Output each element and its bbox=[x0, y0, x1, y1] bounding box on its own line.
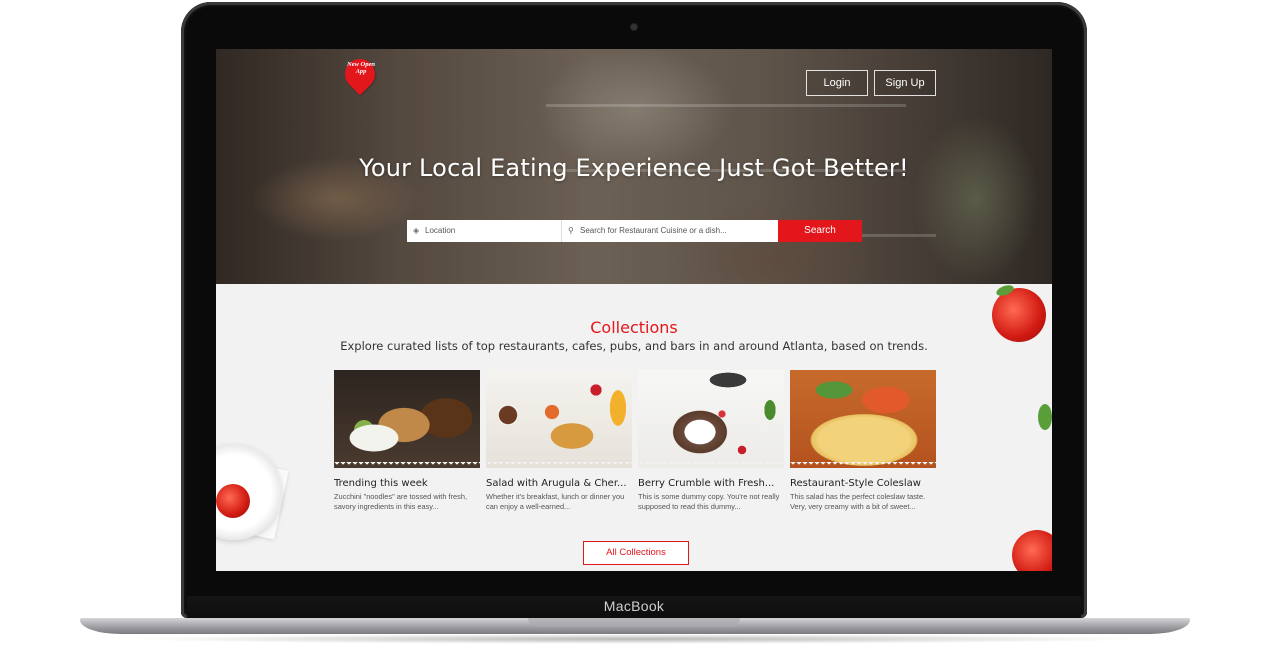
search-button[interactable]: Search bbox=[778, 220, 862, 242]
tomato-decoration bbox=[216, 484, 250, 518]
laptop-base-notch bbox=[528, 618, 740, 627]
website-screen: New Open App Login Sign Up Your Local Ea… bbox=[216, 49, 1052, 571]
map-pin-icon: ⚲ bbox=[568, 226, 574, 235]
device-brand-label: MacBook bbox=[603, 598, 665, 614]
collection-card[interactable]: Trending this week Zucchini "noodles" ar… bbox=[334, 370, 480, 520]
collections-subtitle: Explore curated lists of top restaurants… bbox=[340, 339, 928, 353]
card-description: This is some dummy copy. You're not real… bbox=[638, 492, 780, 511]
card-title[interactable]: Salad with Arugula & Cher... bbox=[486, 478, 632, 489]
all-collections-button[interactable]: All Collections bbox=[583, 541, 689, 565]
card-title[interactable]: Restaurant-Style Coleslaw bbox=[790, 478, 936, 489]
card-image[interactable] bbox=[638, 370, 784, 468]
hero-title: Your Local Eating Experience Just Got Be… bbox=[359, 154, 909, 182]
leaf-decoration bbox=[1038, 404, 1052, 430]
collection-card[interactable]: Berry Crumble with Fresh... This is some… bbox=[638, 370, 784, 520]
card-title[interactable]: Berry Crumble with Fresh... bbox=[638, 478, 784, 489]
search-placeholder: Search for Restaurant Cuisine or a dish.… bbox=[580, 226, 727, 235]
location-placeholder: Location bbox=[425, 226, 456, 235]
collection-card[interactable]: Restaurant-Style Coleslaw This salad has… bbox=[790, 370, 936, 520]
logo-text[interactable]: New Open App bbox=[344, 61, 378, 75]
login-button[interactable]: Login bbox=[806, 70, 868, 96]
collection-card[interactable]: Salad with Arugula & Cher... Whether it'… bbox=[486, 370, 632, 520]
search-input[interactable]: ⚲ Search for Restaurant Cuisine or a dis… bbox=[562, 220, 778, 242]
collections-title: Collections bbox=[590, 318, 678, 337]
signup-button[interactable]: Sign Up bbox=[874, 70, 936, 96]
card-description: This salad has the perfect coleslaw tast… bbox=[790, 492, 926, 511]
card-image[interactable] bbox=[486, 370, 632, 468]
collections-section: Collections Explore curated lists of top… bbox=[216, 283, 1052, 571]
tomato-decoration bbox=[1012, 530, 1052, 571]
card-image[interactable] bbox=[790, 370, 936, 468]
card-image[interactable] bbox=[334, 370, 480, 468]
search-bar: ◈ Location ⚲ Search for Restaurant Cuisi… bbox=[407, 220, 862, 242]
card-description: Whether it's breakfast, lunch or dinner … bbox=[486, 492, 625, 511]
laptop-shadow bbox=[120, 634, 1150, 644]
card-description: Zucchini "noodles" are tossed with fresh… bbox=[334, 492, 468, 511]
location-input[interactable]: ◈ Location bbox=[407, 220, 562, 242]
compass-icon: ◈ bbox=[413, 226, 420, 235]
hero-decoration bbox=[546, 104, 906, 107]
card-title[interactable]: Trending this week bbox=[334, 478, 480, 489]
camera-icon bbox=[631, 24, 637, 30]
